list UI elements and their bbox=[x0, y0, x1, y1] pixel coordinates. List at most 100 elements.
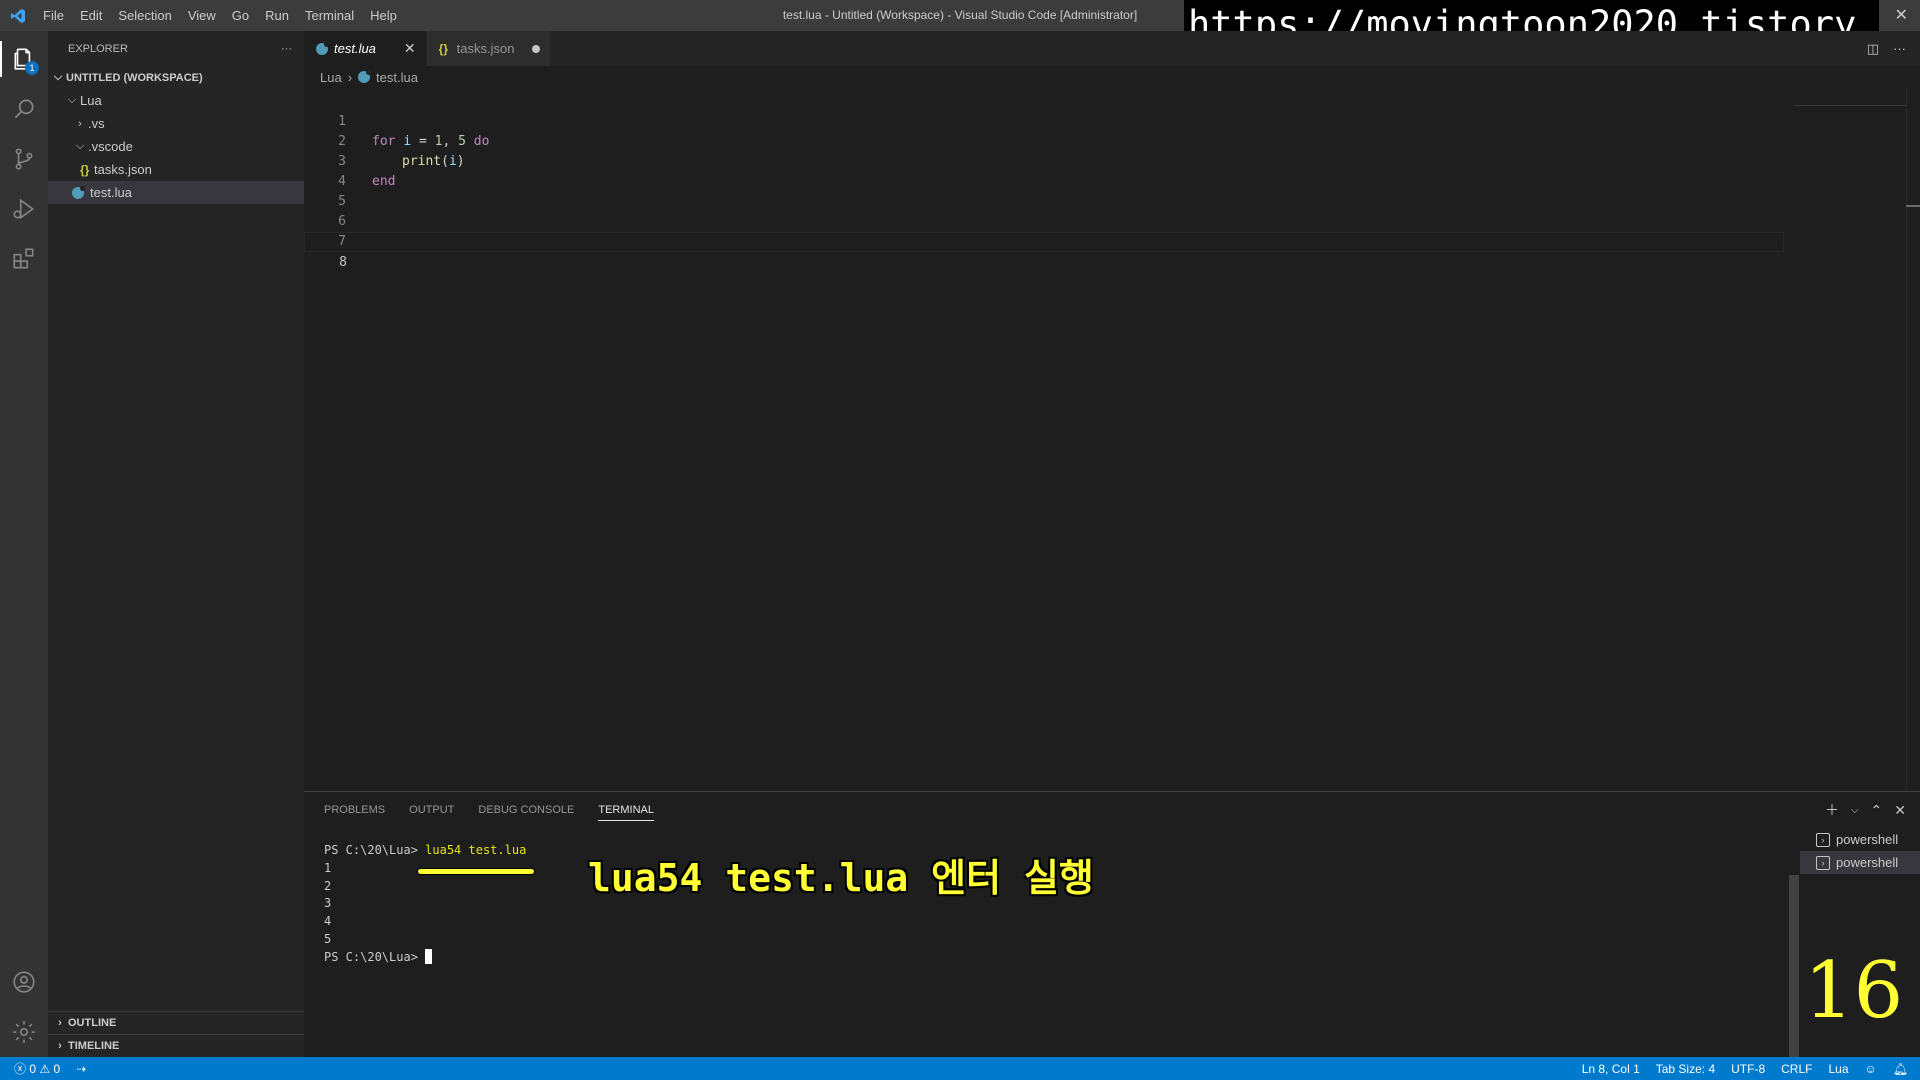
terminal-command: lua54 test.lua bbox=[425, 843, 527, 857]
lua-file-icon bbox=[358, 70, 372, 83]
language-mode[interactable]: Lua bbox=[1828, 1062, 1848, 1076]
outline-label: OUTLINE bbox=[68, 1017, 117, 1029]
split-editor-icon[interactable]: ◫ bbox=[1867, 41, 1879, 57]
bottom-panel: PROBLEMS OUTPUT DEBUG CONSOLE TERMINAL ＋… bbox=[304, 791, 1920, 1058]
chevron-down-icon: ⌵ bbox=[53, 71, 63, 83]
tree-item-label: Lua bbox=[80, 93, 102, 108]
menu-edit[interactable]: Edit bbox=[72, 0, 110, 31]
annotation-underline bbox=[418, 869, 534, 874]
problems-status[interactable]: ⓧ 0 ⚠ 0 bbox=[14, 1060, 60, 1077]
terminal-prompt: PS C:\20\Lua> bbox=[324, 949, 426, 964]
panel-tabs: PROBLEMS OUTPUT DEBUG CONSOLE TERMINAL bbox=[304, 792, 1920, 828]
menu-selection[interactable]: Selection bbox=[110, 0, 179, 31]
explorer-sidebar: EXPLORER ··· ⌵ UNTITLED (WORKSPACE) ⌵ Lu… bbox=[48, 31, 304, 1057]
timeline-section[interactable]: › TIMELINE bbox=[48, 1034, 304, 1057]
code-line: 5 bbox=[304, 172, 1784, 209]
annotation-caption: lua54 test.lua 엔터 실행 bbox=[588, 856, 1094, 900]
close-icon[interactable]: ✕ bbox=[404, 40, 416, 57]
code-line: 2 print(i) bbox=[304, 112, 1784, 169]
code-editor[interactable]: 1 for i = 1, 5 do 2 print(i) 3 end 4 5 6… bbox=[304, 88, 1920, 791]
chevron-right-icon: › bbox=[347, 69, 353, 85]
menu-help[interactable]: Help bbox=[362, 0, 405, 31]
explorer-title: EXPLORER bbox=[68, 42, 128, 55]
breadcrumb-folder[interactable]: Lua bbox=[320, 70, 342, 85]
explorer-icon[interactable]: 1 bbox=[0, 35, 48, 83]
editor-scrollbar[interactable] bbox=[1906, 88, 1920, 791]
tab-tasks-json[interactable]: {} tasks.json bbox=[426, 31, 552, 66]
warning-icon: ⚠ bbox=[39, 1062, 51, 1076]
tab-test-lua[interactable]: test.lua ✕ bbox=[304, 31, 427, 66]
minimap[interactable] bbox=[1794, 88, 1906, 106]
tree-item-lua-folder[interactable]: ⌵ Lua bbox=[48, 89, 304, 112]
menu-file[interactable]: File bbox=[35, 0, 72, 31]
explorer-badge: 1 bbox=[25, 61, 39, 75]
terminal-icon: › bbox=[1816, 855, 1830, 870]
menu-view[interactable]: View bbox=[180, 0, 224, 31]
live-share-icon[interactable]: ⇢ bbox=[76, 1062, 86, 1076]
terminal-line: 2 bbox=[324, 878, 332, 893]
current-code-line: 8 bbox=[304, 232, 1784, 270]
tree-item-test-lua[interactable]: test.lua bbox=[48, 181, 304, 204]
encoding[interactable]: UTF-8 bbox=[1731, 1062, 1765, 1076]
more-actions-icon[interactable]: ··· bbox=[1893, 41, 1906, 56]
lua-file-icon bbox=[316, 41, 329, 55]
chevron-down-icon[interactable]: ⌵ bbox=[1851, 805, 1859, 816]
settings-gear-icon[interactable] bbox=[0, 1008, 48, 1056]
extensions-icon[interactable] bbox=[0, 235, 48, 283]
tree-item-tasks-json[interactable]: {} tasks.json bbox=[48, 158, 304, 181]
outline-section[interactable]: › OUTLINE bbox=[48, 1011, 304, 1034]
error-count: 0 bbox=[29, 1062, 37, 1076]
tree-item-vs-folder[interactable]: › .vs bbox=[48, 112, 304, 135]
line-number: 8 bbox=[339, 255, 347, 270]
maximize-panel-icon[interactable]: ⌃ bbox=[1871, 802, 1883, 819]
explorer-header: EXPLORER ··· bbox=[48, 31, 304, 66]
editor-tabs: test.lua ✕ {} tasks.json ◫ ··· bbox=[304, 31, 1920, 66]
source-control-icon[interactable] bbox=[0, 135, 48, 183]
new-terminal-icon[interactable]: ＋ bbox=[1825, 800, 1839, 820]
code-line: 4 bbox=[304, 152, 1784, 189]
menu-run[interactable]: Run bbox=[257, 0, 297, 31]
breadcrumb-file[interactable]: test.lua bbox=[376, 70, 418, 85]
chevron-right-icon: › bbox=[58, 1017, 62, 1029]
unsaved-dot-icon[interactable] bbox=[532, 44, 541, 53]
chevron-down-icon: ⌵ bbox=[67, 94, 77, 106]
window-close-icon[interactable]: ✕ bbox=[1895, 0, 1908, 31]
close-panel-icon[interactable]: ✕ bbox=[1894, 802, 1906, 819]
tree-item-label: .vs bbox=[88, 116, 105, 131]
tab-output[interactable]: OUTPUT bbox=[409, 804, 454, 816]
accounts-icon[interactable] bbox=[0, 958, 48, 1006]
tree-item-label: tasks.json bbox=[94, 162, 152, 177]
end-of-line[interactable]: CRLF bbox=[1781, 1062, 1812, 1076]
panel-actions: ＋ ⌵ ⌃ ✕ bbox=[1825, 792, 1906, 828]
workspace-root[interactable]: ⌵ UNTITLED (WORKSPACE) bbox=[48, 66, 304, 89]
step-number: 16 bbox=[1804, 946, 1904, 1036]
code-line: 7 bbox=[304, 212, 1784, 249]
lua-file-icon bbox=[72, 185, 85, 199]
tab-terminal[interactable]: TERMINAL bbox=[598, 804, 654, 821]
tab-label: test.lua bbox=[334, 41, 376, 56]
terminal-output[interactable]: PS C:\20\Lua> lua54 test.lua 1 2 3 4 5 P… bbox=[324, 842, 526, 967]
explorer-more-icon[interactable]: ··· bbox=[281, 43, 292, 55]
feedback-icon[interactable]: ☺ bbox=[1865, 1062, 1877, 1076]
tab-problems[interactable]: PROBLEMS bbox=[324, 804, 385, 816]
terminal-scrollbar[interactable] bbox=[1789, 875, 1799, 1058]
terminal-instance[interactable]: › powershell bbox=[1800, 851, 1920, 874]
code-line: 1 for i = 1, 5 do bbox=[304, 92, 1784, 149]
menu-terminal[interactable]: Terminal bbox=[297, 0, 362, 31]
tree-item-vscode-folder[interactable]: ⌵ .vscode bbox=[48, 135, 304, 158]
notifications-bell-icon[interactable]: 🔔︎ bbox=[1893, 1062, 1908, 1076]
chevron-down-icon: ⌵ bbox=[75, 140, 85, 152]
run-debug-icon[interactable] bbox=[0, 185, 48, 233]
terminal-instance[interactable]: › powershell bbox=[1800, 828, 1920, 851]
error-icon: ⓧ bbox=[14, 1062, 27, 1076]
tab-label: tasks.json bbox=[456, 41, 515, 56]
search-icon[interactable] bbox=[0, 85, 48, 133]
menu-go[interactable]: Go bbox=[224, 0, 257, 31]
cursor-marker bbox=[1906, 205, 1920, 207]
tab-size[interactable]: Tab Size: 4 bbox=[1656, 1062, 1715, 1076]
terminal-name: powershell bbox=[1836, 832, 1899, 847]
tab-debug-console[interactable]: DEBUG CONSOLE bbox=[478, 804, 574, 816]
cursor-position[interactable]: Ln 8, Col 1 bbox=[1582, 1062, 1640, 1076]
terminal-icon: › bbox=[1816, 832, 1830, 847]
vscode-logo-icon bbox=[0, 0, 35, 31]
